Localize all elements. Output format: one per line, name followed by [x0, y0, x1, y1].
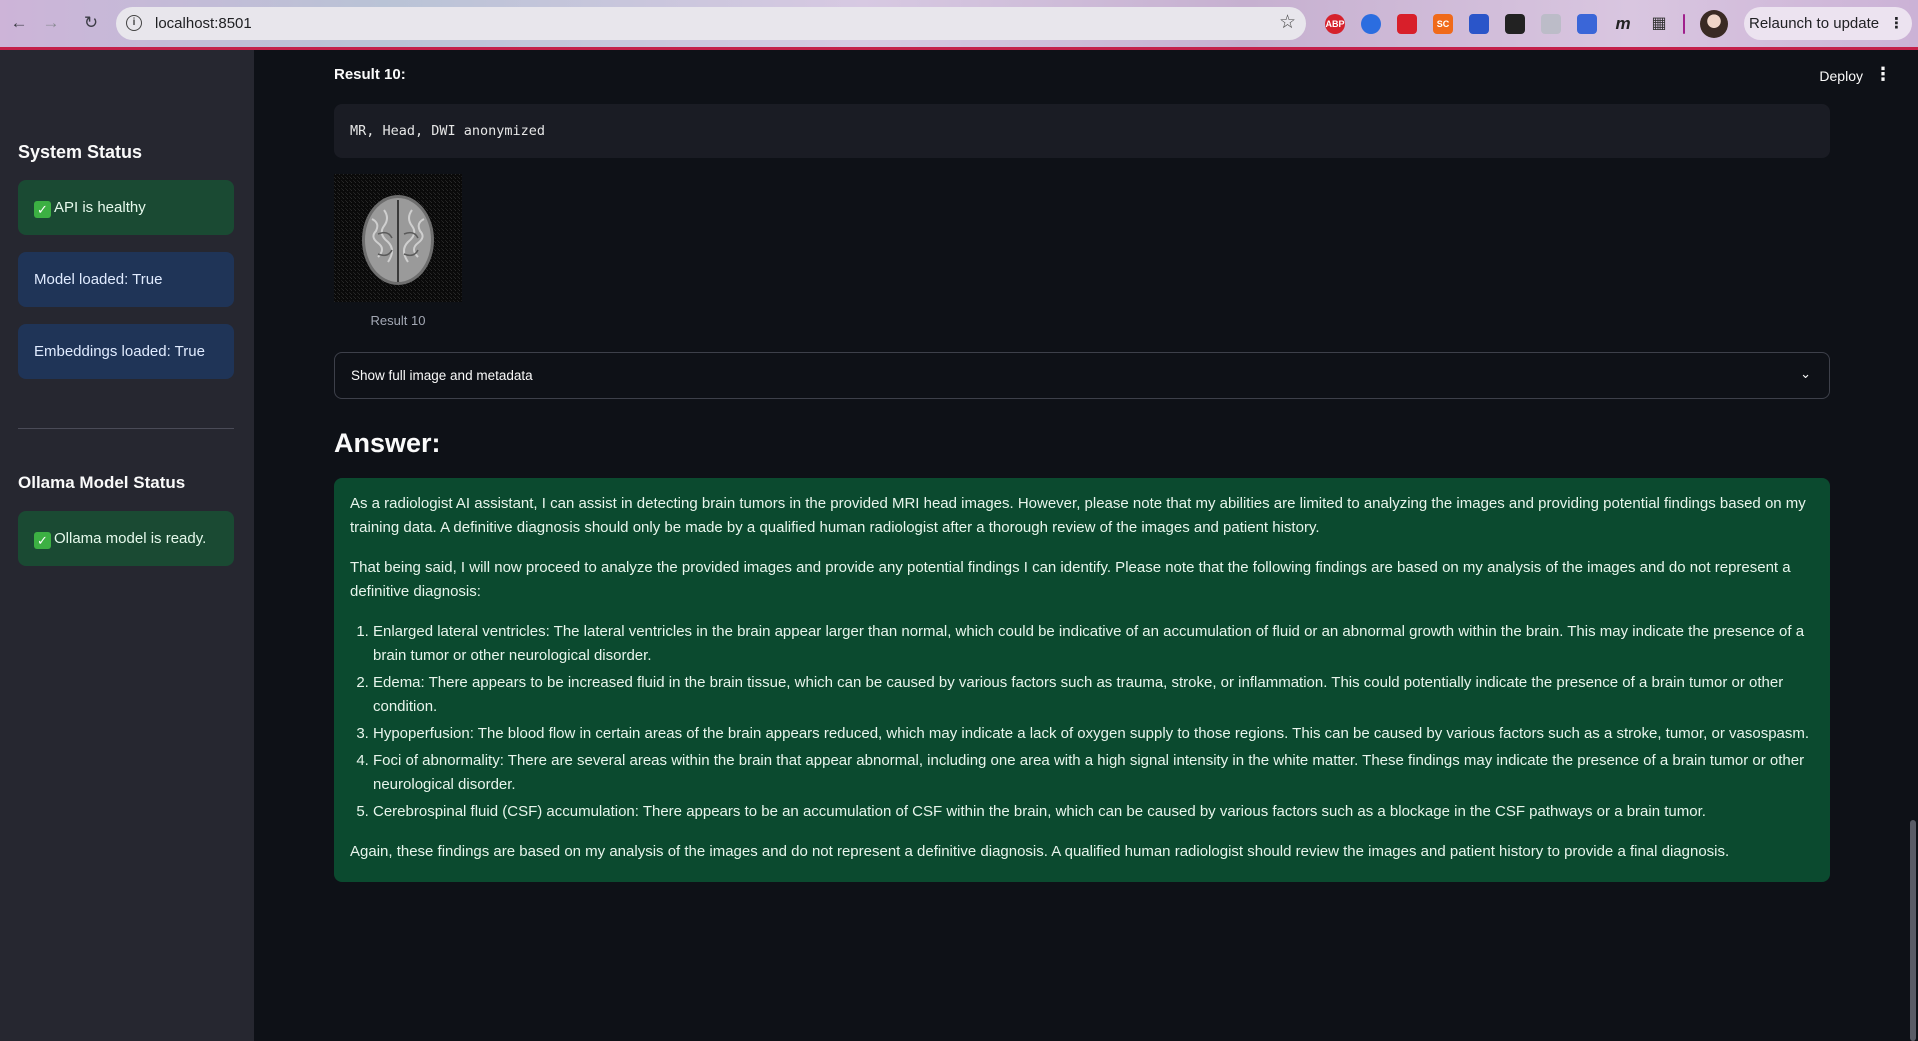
answer-lead: That being said, I will now proceed to a… — [350, 559, 1791, 600]
findings-list: Enlarged lateral ventricles: The lateral… — [350, 620, 1814, 824]
check-mark-icon: ✓ — [34, 201, 51, 218]
extension-icon[interactable] — [1397, 14, 1417, 34]
sidebar-divider — [18, 428, 234, 429]
finding-item: Edema: There appears to be increased flu… — [373, 671, 1814, 719]
extension-icon[interactable] — [1505, 14, 1525, 34]
embeddings-loaded-alert: Embeddings loaded: True — [18, 324, 234, 379]
toolbar-divider — [1683, 14, 1685, 34]
scrollbar[interactable] — [1910, 820, 1916, 1041]
bookmark-star-icon[interactable]: ☆ — [1279, 11, 1296, 34]
url-text: localhost:8501 — [155, 15, 252, 32]
finding-item: Hypoperfusion: The blood flow in certain… — [373, 722, 1814, 746]
answer-intro: As a radiologist AI assistant, I can ass… — [350, 495, 1806, 536]
metadata-expander[interactable]: Show full image and metadata ⌄ — [334, 352, 1830, 399]
chevron-down-icon: ⌄ — [1800, 366, 1811, 381]
result-code-block: MR, Head, DWI anonymized — [334, 104, 1830, 158]
forward-icon[interactable]: → — [40, 12, 62, 34]
back-icon[interactable]: ← — [8, 12, 30, 34]
sidebar: System Status ✓ API is healthy Model load… — [0, 50, 254, 1041]
finding-item: Cerebrospinal fluid (CSF) accumulation: … — [373, 800, 1814, 824]
translate-extension-icon[interactable] — [1577, 14, 1597, 34]
puzzle-extensions-icon[interactable]: ▦ — [1649, 14, 1669, 34]
extension-icon[interactable]: SC — [1433, 14, 1453, 34]
ollama-status-alert: ✓ Ollama model is ready. — [18, 511, 234, 566]
relaunch-label: Relaunch to update — [1749, 15, 1880, 32]
result-image — [334, 174, 462, 302]
ollama-status-heading: Ollama Model Status — [18, 473, 186, 492]
check-mark-icon: ✓ — [34, 532, 51, 549]
reload-icon[interactable]: ↻ — [80, 12, 102, 34]
system-status-heading: System Status — [18, 142, 143, 162]
model-loaded-alert: Model loaded: True — [18, 252, 234, 307]
answer-box: As a radiologist AI assistant, I can ass… — [334, 478, 1830, 882]
browser-toolbar: ← → ↻ i localhost:8501 ☆ ABP SC m ▦ Rela… — [0, 0, 1918, 47]
model-loaded-text: Model loaded: True — [34, 271, 163, 288]
answer-closing: Again, these findings are based on my an… — [350, 843, 1730, 860]
relaunch-button[interactable]: Relaunch to update ⋮ — [1744, 7, 1912, 40]
adblock-extension-icon[interactable]: ABP — [1325, 14, 1345, 34]
deploy-button[interactable]: Deploy — [1819, 68, 1863, 84]
extension-icon[interactable] — [1541, 14, 1561, 34]
main-menu-icon[interactable]: ⋮ — [1874, 64, 1892, 85]
finding-item: Foci of abnormality: There are several a… — [373, 749, 1814, 797]
embeddings-loaded-text: Embeddings loaded: True — [34, 343, 205, 360]
extension-icon[interactable] — [1469, 14, 1489, 34]
api-status-alert: ✓ API is healthy — [18, 180, 234, 235]
result-title: Result 10: — [334, 66, 406, 83]
extension-icon[interactable] — [1361, 14, 1381, 34]
extension-icon[interactable]: m — [1613, 14, 1633, 34]
ollama-status-text: Ollama model is ready. — [54, 530, 207, 547]
expander-label: Show full image and metadata — [351, 368, 533, 383]
answer-heading: Answer: — [334, 428, 441, 458]
api-status-text: API is healthy — [54, 199, 146, 216]
browser-menu-icon[interactable]: ⋮ — [1889, 7, 1904, 40]
main-content: Deploy ⋮ Result 10: MR, Head, DWI anonym… — [254, 50, 1918, 1041]
finding-item: Enlarged lateral ventricles: The lateral… — [373, 620, 1814, 668]
brain-mri-image — [334, 174, 462, 302]
profile-avatar[interactable] — [1700, 10, 1728, 38]
address-bar[interactable]: i localhost:8501 ☆ — [116, 7, 1306, 40]
site-info-icon[interactable]: i — [126, 15, 142, 31]
image-caption: Result 10 — [370, 313, 426, 328]
